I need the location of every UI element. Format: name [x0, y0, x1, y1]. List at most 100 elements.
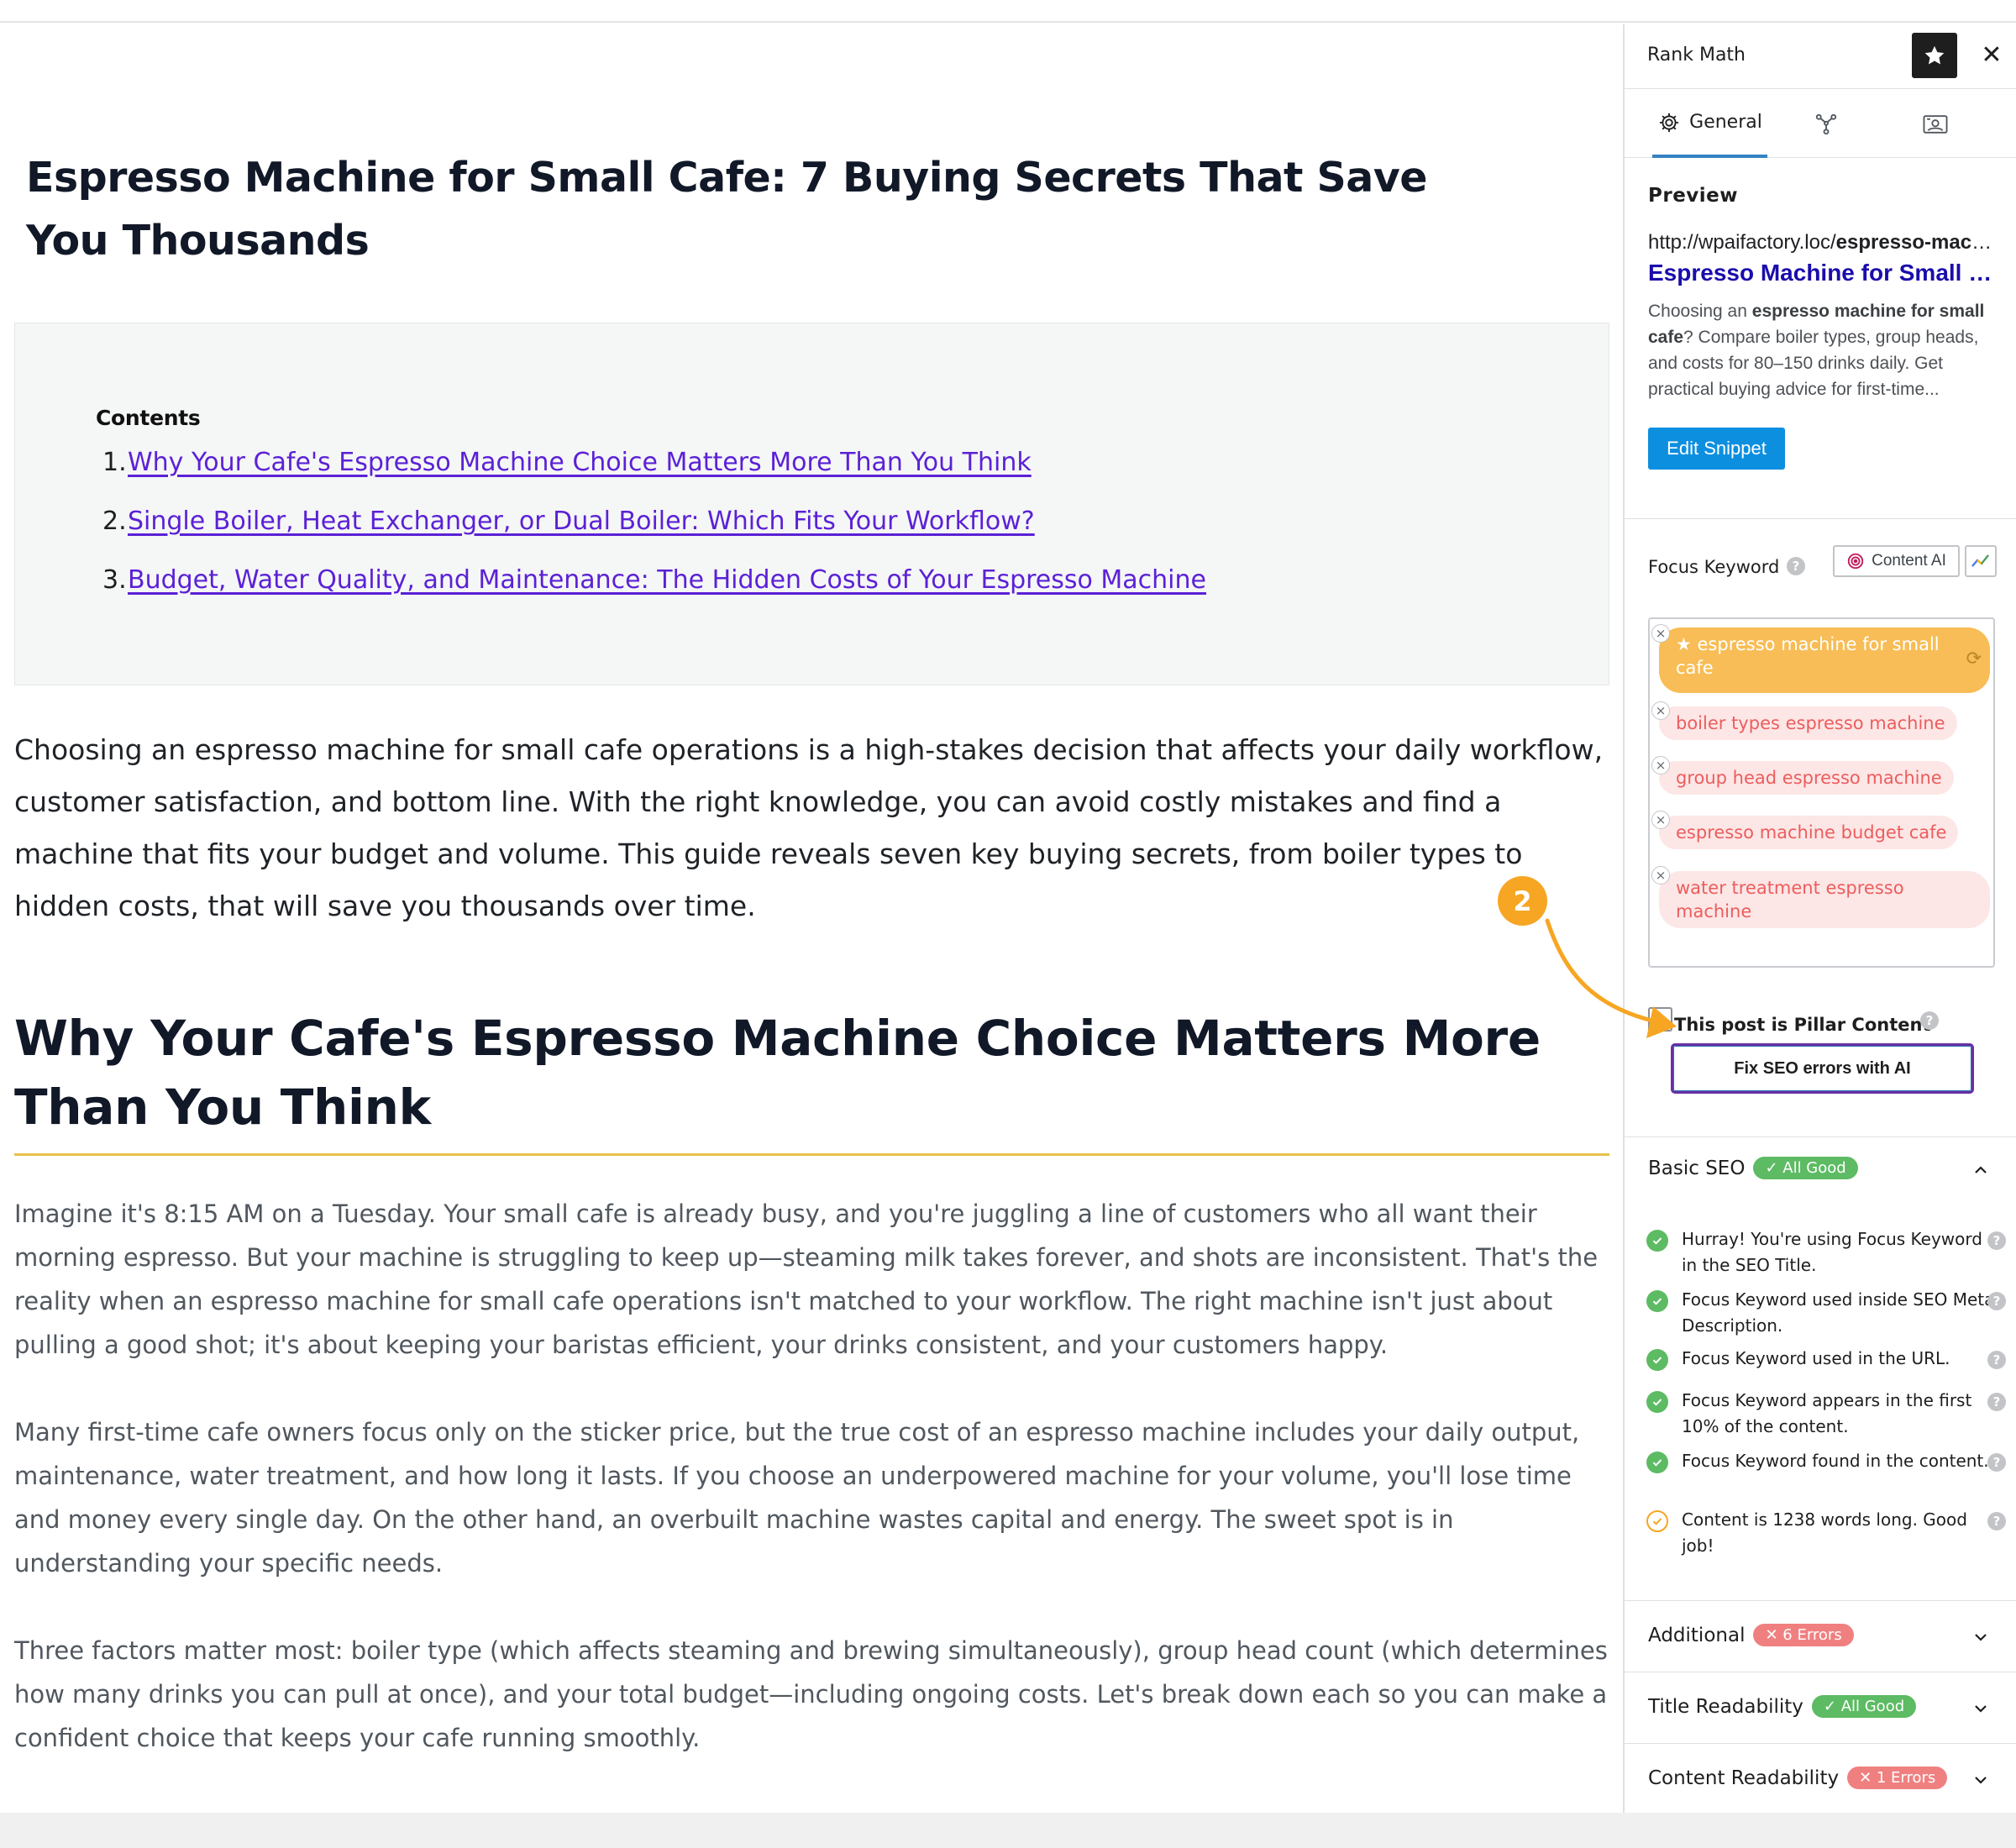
pin-star-button[interactable]	[1912, 33, 1957, 78]
keyword-trends-button[interactable]	[1965, 545, 1997, 577]
body-paragraph-1[interactable]: Imagine it's 8:15 AM on a Tuesday. Your …	[14, 1192, 1619, 1367]
seo-check-item: Focus Keyword found in the content. ?	[1646, 1448, 2006, 1507]
tab-general[interactable]: General	[1652, 90, 1767, 158]
help-icon[interactable]: ?	[1987, 1231, 2006, 1250]
check-icon	[1646, 1349, 1668, 1371]
title-readability-section[interactable]: Title Readability ✓ All Good	[1625, 1673, 2016, 1744]
section-heading[interactable]: Why Your Cafe's Espresso Machine Choice …	[14, 1004, 1610, 1142]
preview-label: Preview	[1648, 185, 1739, 207]
star-icon: ★	[1676, 634, 1698, 654]
sidebar-title: Rank Math	[1647, 45, 1746, 66]
body-paragraph-2[interactable]: Many first-time cafe owners focus only o…	[14, 1410, 1619, 1585]
additional-section[interactable]: Additional ✕ 6 Errors	[1625, 1602, 2016, 1672]
intro-paragraph[interactable]: Choosing an espresso machine for small c…	[14, 724, 1614, 932]
toc-link-2[interactable]: Single Boiler, Heat Exchanger, or Dual B…	[128, 507, 1035, 536]
edit-snippet-button[interactable]: Edit Snippet	[1648, 428, 1785, 470]
schema-icon	[1815, 113, 1837, 134]
chevron-down-icon[interactable]	[1972, 1700, 1989, 1717]
remove-icon[interactable]: ×	[1651, 624, 1670, 643]
toc-list: 1.Why Your Cafe's Espresso Machine Choic…	[102, 446, 1206, 622]
title-readability-header[interactable]: Title Readability ✓ All Good	[1648, 1695, 1917, 1718]
keyword-tag[interactable]: water treatment espresso machine	[1659, 871, 1990, 928]
post-title[interactable]: Espresso Machine for Small Cafe: 7 Buyin…	[26, 146, 1504, 272]
body-paragraph-3[interactable]: Three factors matter most: boiler type (…	[14, 1629, 1619, 1760]
toc-number: 1.	[102, 448, 127, 477]
content-readability-section[interactable]: Content Readability ✕ 1 Errors	[1625, 1745, 2016, 1813]
toc-item: 2.Single Boiler, Heat Exchanger, or Dual…	[102, 505, 1206, 538]
preview-desc-start: Choosing an	[1648, 302, 1752, 321]
chevron-down-icon[interactable]	[1972, 1629, 1989, 1646]
remove-icon[interactable]: ×	[1651, 866, 1670, 885]
title-readability-title: Title Readability	[1648, 1695, 1803, 1718]
help-icon[interactable]: ?	[1987, 1351, 2006, 1369]
additional-header[interactable]: Additional ✕ 6 Errors	[1648, 1624, 1854, 1646]
post-editor: Espresso Machine for Small Cafe: 7 Buyin…	[0, 24, 1621, 1813]
help-icon[interactable]: ?	[1987, 1393, 2006, 1411]
seo-check-text: Focus Keyword appears in the first 10% o…	[1682, 1390, 1972, 1436]
heading-underline	[14, 1153, 1609, 1156]
preview-desc-end: ? Compare boiler types, group heads, and…	[1648, 328, 1979, 399]
check-icon	[1646, 1510, 1668, 1532]
preview-url-slug: espresso-machine-for-small-cafe	[1835, 231, 1992, 254]
status-badge: ✓ All Good	[1811, 1695, 1917, 1718]
focus-keyword-label: Focus Keyword	[1648, 557, 1780, 577]
check-icon	[1646, 1290, 1668, 1312]
help-icon[interactable]: ?	[1787, 557, 1805, 575]
remove-icon[interactable]: ×	[1651, 811, 1670, 829]
keyword-tag[interactable]: espresso machine budget cafe	[1659, 816, 1959, 849]
preview-url-prefix: http://wpaifactory.loc/	[1648, 231, 1836, 254]
error-badge: ✕ 1 Errors	[1847, 1767, 1948, 1789]
seo-check-text: Hurray! You're using Focus Keyword in th…	[1682, 1229, 1982, 1275]
keyword-tag-primary[interactable]: ★ espresso machine for small cafe ⟳	[1659, 627, 1990, 693]
close-sidebar-button[interactable]: ✕	[1973, 36, 2010, 73]
content-readability-header[interactable]: Content Readability ✕ 1 Errors	[1648, 1767, 1948, 1789]
focus-keyword-input[interactable]: ★ espresso machine for small cafe ⟳ × bo…	[1648, 617, 1995, 968]
seo-check-text: Focus Keyword used inside SEO Meta Descr…	[1682, 1289, 1995, 1336]
trend-icon	[1971, 554, 1989, 567]
seo-check-item: Focus Keyword used in the URL. ?	[1646, 1346, 2006, 1388]
seo-check-item: Hurray! You're using Focus Keyword in th…	[1646, 1226, 2006, 1287]
seo-check-text: Content is 1238 words long. Good job!	[1682, 1509, 1967, 1556]
toc-item: 3.Budget, Water Quality, and Maintenance…	[102, 564, 1206, 597]
seo-check-item: Content is 1238 words long. Good job! ?	[1646, 1507, 2006, 1566]
seo-check-item: Focus Keyword used inside SEO Meta Descr…	[1646, 1287, 2006, 1346]
seo-check-item: Focus Keyword appears in the first 10% o…	[1646, 1388, 2006, 1448]
remove-icon[interactable]: ×	[1651, 756, 1670, 774]
remove-icon[interactable]: ×	[1651, 701, 1670, 720]
chevron-down-icon[interactable]	[1972, 1772, 1989, 1788]
help-icon[interactable]: ?	[1920, 1011, 1939, 1030]
tab-social[interactable]	[1902, 90, 1969, 158]
seo-check-list: Hurray! You're using Focus Keyword in th…	[1646, 1226, 2006, 1566]
basic-seo-header[interactable]: Basic SEO ✓ All Good	[1648, 1157, 1858, 1179]
help-icon[interactable]: ?	[1987, 1512, 2006, 1530]
pillar-content-option[interactable]: This post is Pillar Content	[1648, 1003, 1930, 1035]
content-ai-icon	[1847, 553, 1864, 570]
toc-number: 2.	[102, 507, 127, 536]
check-icon	[1646, 1391, 1668, 1413]
snippet-preview-section: Preview http://wpaifactory.loc/espresso-…	[1625, 159, 2016, 519]
callout-arrow	[1545, 918, 1677, 1038]
help-icon[interactable]: ?	[1987, 1453, 2006, 1472]
top-toolbar-edge	[0, 0, 2016, 23]
check-icon	[1646, 1452, 1668, 1473]
content-readability-title: Content Readability	[1648, 1767, 1840, 1789]
error-badge: ✕ 6 Errors	[1753, 1624, 1854, 1646]
content-ai-button[interactable]: Content AI	[1833, 545, 1960, 577]
toc-link-1[interactable]: Why Your Cafe's Espresso Machine Choice …	[128, 448, 1032, 477]
refresh-icon[interactable]: ⟳	[1966, 648, 1982, 671]
keyword-tag[interactable]: boiler types espresso machine	[1659, 706, 1957, 740]
gear-icon	[1660, 113, 1679, 132]
toc-item: 1.Why Your Cafe's Espresso Machine Choic…	[102, 446, 1206, 480]
tab-schema[interactable]	[1793, 90, 1860, 158]
chevron-up-icon[interactable]	[1972, 1162, 1989, 1179]
toc-link-3[interactable]: Budget, Water Quality, and Maintenance: …	[128, 565, 1206, 595]
help-icon[interactable]: ?	[1987, 1292, 2006, 1310]
fix-seo-errors-button[interactable]: Fix SEO errors with AI	[1671, 1043, 1974, 1094]
toc-heading: Contents	[96, 406, 201, 430]
preview-url: http://wpaifactory.loc/espresso-machine-…	[1648, 231, 1992, 255]
check-icon	[1646, 1230, 1668, 1252]
additional-title: Additional	[1648, 1624, 1746, 1646]
keyword-tag[interactable]: group head espresso machine	[1659, 761, 1954, 795]
toc-number: 3.	[102, 565, 127, 595]
preview-title: Espresso Machine for Small Cafe: 7 Buyin…	[1648, 260, 1992, 286]
